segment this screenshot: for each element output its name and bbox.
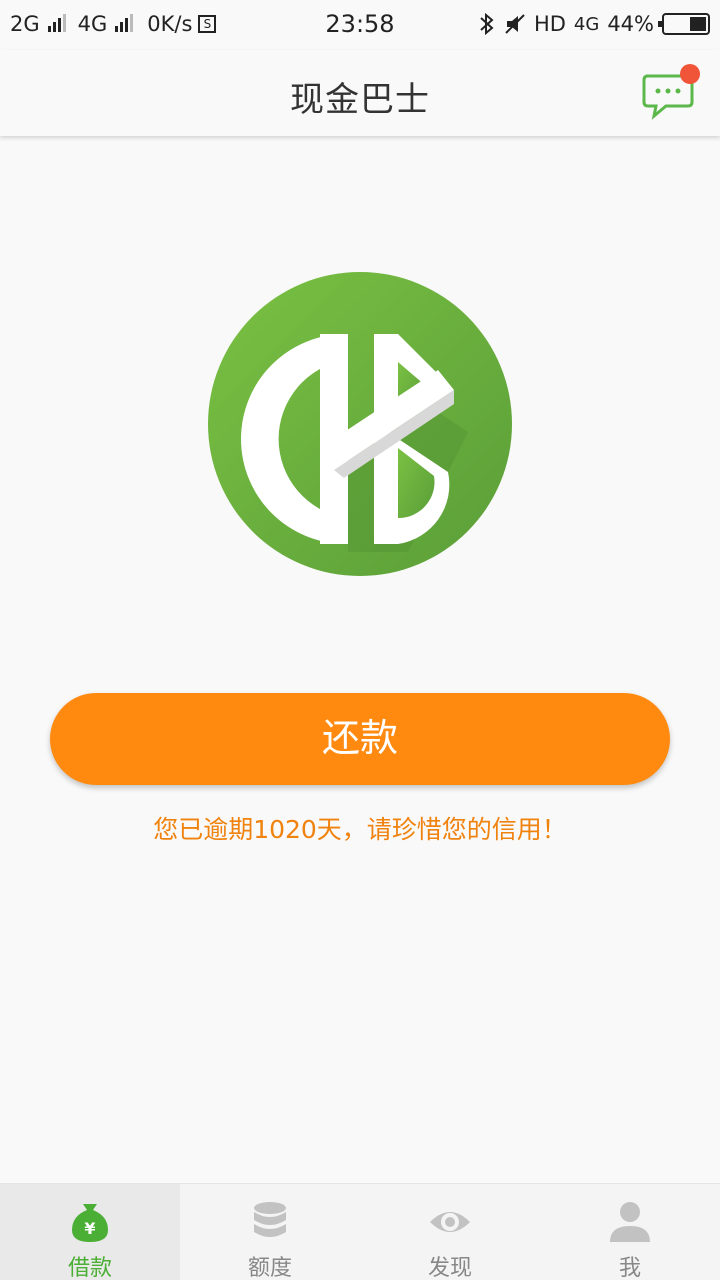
repay-button[interactable]: 还款 [50,693,670,785]
svg-text:¥: ¥ [84,1219,95,1238]
status-right: HD 4G 44% [478,12,710,36]
battery-icon [658,13,710,35]
tab-label: 借款 [67,1256,112,1280]
tab-quota[interactable]: 额度 [180,1184,360,1280]
eye-icon [430,1212,470,1232]
tab-me[interactable]: 我 [540,1184,720,1280]
tab-label: 额度 [247,1256,292,1280]
page-title: 现金巴士 [290,80,430,120]
message-button[interactable] [640,64,700,120]
battery-percent: 44% [607,12,654,36]
tab-discover[interactable]: 发现 [360,1184,540,1280]
bottom-tab-bar: ¥ 借款 额度 发现 我 [0,1183,720,1280]
hd-label: HD [533,12,566,36]
status-bar: 2G 4G 0K/s S 23:58 HD 4G 44% [0,0,720,50]
tab-label: 我 [618,1256,641,1280]
lte-label: 4G [573,13,600,35]
database-icon [254,1202,286,1237]
tab-label: 发现 [427,1256,472,1280]
app-header: 现金巴士 [0,50,720,136]
bluetooth-icon [480,12,494,36]
brand-logo [208,272,512,576]
overdue-warning: 您已逾期1020天，请珍惜您的信用！ [153,815,567,844]
mute-icon [505,14,525,34]
user-icon [610,1202,650,1242]
money-bag-icon: ¥ [72,1204,108,1242]
tab-loan[interactable]: ¥ 借款 [0,1184,180,1280]
notification-dot [680,64,700,84]
